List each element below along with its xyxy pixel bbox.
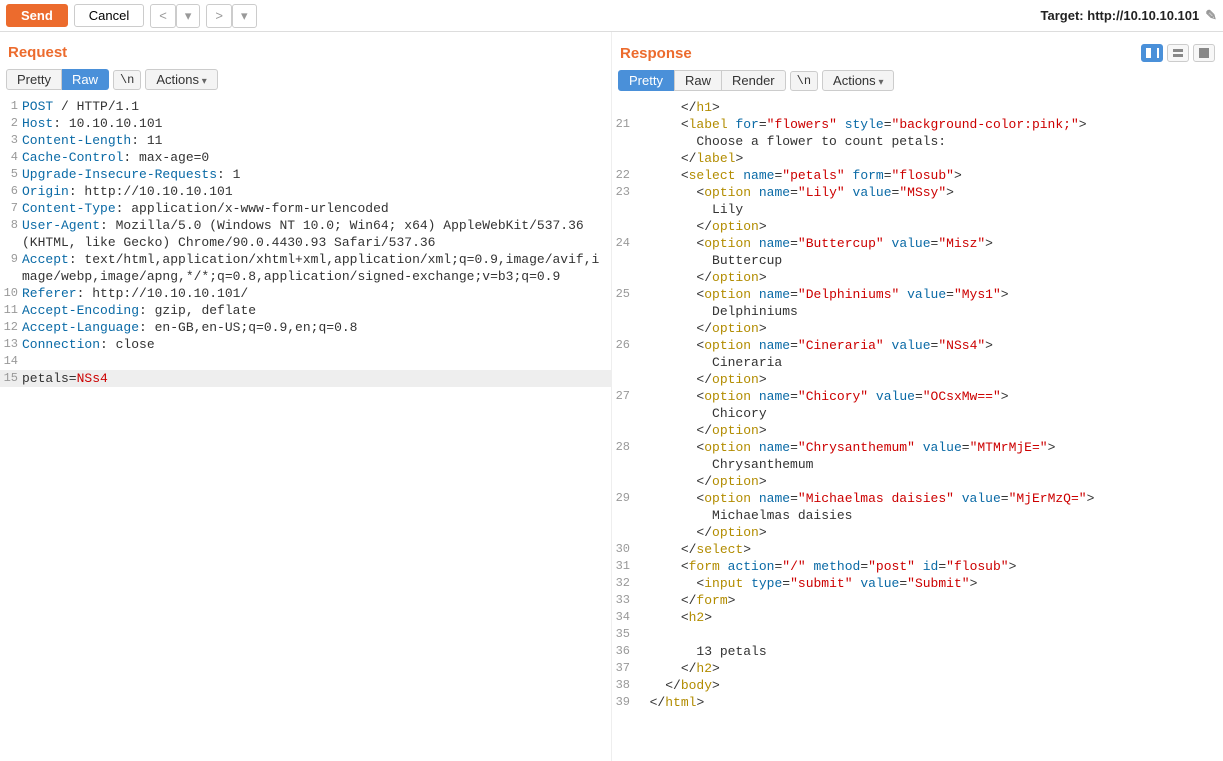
code-line[interactable]: 3Content-Length: 11 [0,132,611,149]
code-line[interactable]: Michaelmas daisies [612,507,1223,524]
request-tabs: Pretty Raw \n Actions [0,69,611,96]
response-panel: Response Pretty Raw Render \n Actions </… [612,32,1223,761]
code-line[interactable]: </label> [612,150,1223,167]
code-line[interactable]: 39 </html> [612,694,1223,711]
toolbar: Send Cancel < ▾ > ▾ Target: http://10.10… [0,0,1223,32]
code-line[interactable]: 38 </body> [612,677,1223,694]
code-line[interactable]: 26 <option name="Cineraria" value="NSs4"… [612,337,1223,354]
code-line[interactable]: 15petals=NSs4 [0,370,611,387]
code-line[interactable]: 1POST / HTTP/1.1 [0,98,611,115]
tab-newline-toggle[interactable]: \n [790,71,818,91]
code-line[interactable]: 37 </h2> [612,660,1223,677]
code-line[interactable]: 12Accept-Language: en-GB,en-US;q=0.9,en;… [0,319,611,336]
code-line[interactable]: 13Connection: close [0,336,611,353]
code-line[interactable]: 31 <form action="/" method="post" id="fl… [612,558,1223,575]
code-line[interactable]: 14 [0,353,611,370]
code-line[interactable]: Delphiniums [612,303,1223,320]
history-next-menu[interactable]: ▾ [232,4,257,28]
code-line[interactable]: 5Upgrade-Insecure-Requests: 1 [0,166,611,183]
code-line[interactable]: Cineraria [612,354,1223,371]
layout-stack-icon[interactable] [1167,44,1189,62]
code-line[interactable]: 2Host: 10.10.10.101 [0,115,611,132]
code-line[interactable]: </h1> [612,99,1223,116]
code-line[interactable]: 25 <option name="Delphiniums" value="Mys… [612,286,1223,303]
tab-raw[interactable]: Raw [62,69,109,90]
request-panel: Request Pretty Raw \n Actions 1POST / HT… [0,32,612,761]
code-line[interactable]: </option> [612,320,1223,337]
send-button[interactable]: Send [6,4,68,27]
code-line[interactable]: Lily [612,201,1223,218]
target-label: Target: http://10.10.10.101 ✎ [1041,7,1217,24]
code-line[interactable]: 36 13 petals [612,643,1223,660]
layout-switcher [1141,44,1215,62]
code-line[interactable]: </option> [612,473,1223,490]
code-line[interactable]: 9Accept: text/html,application/xhtml+xml… [0,251,611,285]
history-prev-menu[interactable]: ▾ [176,4,201,28]
code-line[interactable]: 21 <label for="flowers" style="backgroun… [612,116,1223,133]
code-line[interactable]: </option> [612,269,1223,286]
code-line[interactable]: 23 <option name="Lily" value="MSsy"> [612,184,1223,201]
code-line[interactable]: 34 <h2> [612,609,1223,626]
response-tabs: Pretty Raw Render \n Actions [612,70,1223,97]
tab-actions[interactable]: Actions [145,69,217,90]
request-body[interactable]: 1POST / HTTP/1.12Host: 10.10.10.1013Cont… [0,96,611,761]
code-line[interactable]: 33 </form> [612,592,1223,609]
layout-single-icon[interactable] [1193,44,1215,62]
tab-raw[interactable]: Raw [674,70,722,91]
code-line[interactable]: 24 <option name="Buttercup" value="Misz"… [612,235,1223,252]
cancel-button[interactable]: Cancel [74,4,144,27]
code-line[interactable]: 8User-Agent: Mozilla/5.0 (Windows NT 10.… [0,217,611,251]
code-line[interactable]: 30 </select> [612,541,1223,558]
tab-pretty[interactable]: Pretty [6,69,62,90]
tab-newline-toggle[interactable]: \n [113,70,141,90]
code-line[interactable]: 11Accept-Encoding: gzip, deflate [0,302,611,319]
code-line[interactable]: Buttercup [612,252,1223,269]
layout-split-icon[interactable] [1141,44,1163,62]
tab-pretty[interactable]: Pretty [618,70,674,91]
code-line[interactable]: 10Referer: http://10.10.10.101/ [0,285,611,302]
tab-render[interactable]: Render [722,70,786,91]
code-line[interactable]: Choose a flower to count petals: [612,133,1223,150]
code-line[interactable]: 7Content-Type: application/x-www-form-ur… [0,200,611,217]
tab-actions[interactable]: Actions [822,70,894,91]
code-line[interactable]: Chicory [612,405,1223,422]
history-next-button[interactable]: > [206,4,232,28]
history-prev-button[interactable]: < [150,4,176,28]
code-line[interactable]: Chrysanthemum [612,456,1223,473]
pencil-icon[interactable]: ✎ [1205,7,1217,24]
code-line[interactable]: </option> [612,524,1223,541]
code-line[interactable]: </option> [612,422,1223,439]
code-line[interactable]: 6Origin: http://10.10.10.101 [0,183,611,200]
code-line[interactable]: 35 [612,626,1223,643]
code-line[interactable]: 22 <select name="petals" form="flosub"> [612,167,1223,184]
code-line[interactable]: 29 <option name="Michaelmas daisies" val… [612,490,1223,507]
code-line[interactable]: 28 <option name="Chrysanthemum" value="M… [612,439,1223,456]
code-line[interactable]: 32 <input type="submit" value="Submit"> [612,575,1223,592]
code-line[interactable]: </option> [612,218,1223,235]
response-body[interactable]: </h1>21 <label for="flowers" style="back… [612,97,1223,761]
request-title: Request [8,44,67,61]
code-line[interactable]: </option> [612,371,1223,388]
response-title: Response [620,45,692,62]
code-line[interactable]: 4Cache-Control: max-age=0 [0,149,611,166]
code-line[interactable]: 27 <option name="Chicory" value="OCsxMw=… [612,388,1223,405]
